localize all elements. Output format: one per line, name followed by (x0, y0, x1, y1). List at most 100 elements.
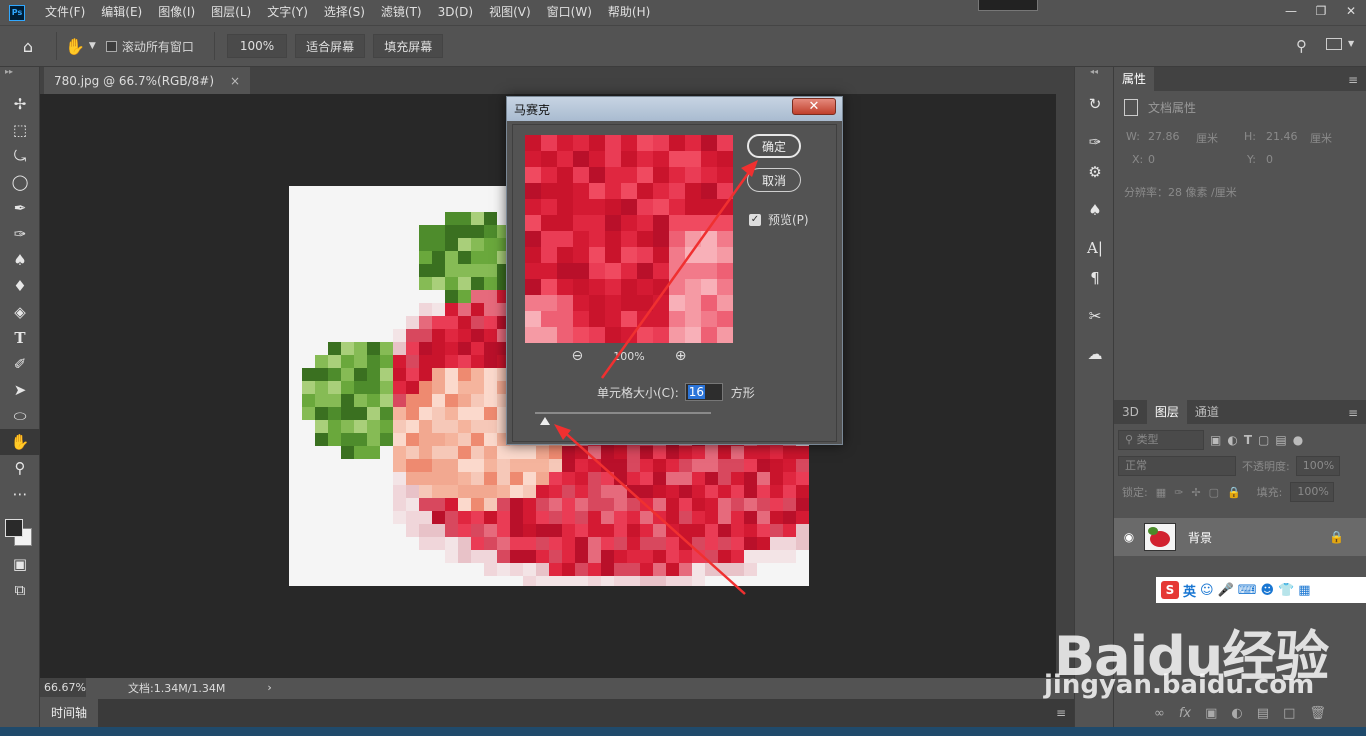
close-tab-icon[interactable]: × (230, 74, 240, 88)
zoom-tool-icon[interactable]: ⚲ (0, 455, 40, 481)
quick-select-tool-icon[interactable]: ◯ (0, 169, 40, 195)
foreground-color-swatch[interactable] (5, 519, 23, 537)
link-layers-icon[interactable]: ∞ (1154, 706, 1165, 721)
adjustments-icon[interactable]: ⚙ (1075, 157, 1115, 187)
ime-language[interactable]: 英 (1183, 581, 1196, 600)
lasso-tool-icon[interactable]: ⤿ (0, 143, 40, 169)
menu-select[interactable]: 选择(S) (316, 0, 373, 25)
fill-tool-icon[interactable]: ◈ (0, 299, 40, 325)
panel-menu-icon[interactable]: ≡ (1056, 706, 1066, 720)
menu-view[interactable]: 视图(V) (481, 0, 539, 25)
tool-presets-icon[interactable]: ✂ (1075, 301, 1115, 331)
pen-tool-icon[interactable]: ✐ (0, 351, 40, 377)
more-tools-icon[interactable]: ⋯ (0, 481, 40, 507)
fit-screen-button[interactable]: 适合屏幕 (295, 34, 366, 58)
layer-row[interactable]: ◉ 背景 🔒 (1114, 518, 1366, 556)
zoom-level-readout[interactable]: 66.67% (40, 678, 86, 697)
lock-paint-icon[interactable]: ✑ (1174, 486, 1183, 499)
new-group-icon[interactable]: ▤ (1257, 706, 1269, 721)
cell-size-input[interactable]: 16 (684, 383, 723, 401)
delete-layer-icon[interactable]: 🗑 (1309, 706, 1326, 721)
panel-menu-icon[interactable]: ≡ (1348, 406, 1358, 420)
character-icon[interactable]: A| (1075, 233, 1115, 263)
filter-toggle-icon[interactable]: ● (1293, 433, 1303, 447)
layer-style-icon[interactable]: fx (1179, 706, 1191, 721)
document-tab[interactable]: 780.jpg @ 66.7%(RGB/8#) × (44, 67, 251, 94)
menu-type[interactable]: 文字(Y) (259, 0, 316, 25)
ellipse-tool-icon[interactable]: ⬭ (0, 403, 40, 429)
type-tool-icon[interactable]: T (0, 325, 40, 351)
tab-channels[interactable]: 通道 (1187, 400, 1227, 424)
lock-all-icon[interactable]: 🔒 (1227, 486, 1241, 499)
restore-button[interactable]: ❐ (1306, 0, 1336, 22)
new-layer-icon[interactable]: □ (1283, 706, 1295, 721)
hand-tool-icon[interactable]: ✋ (0, 429, 40, 455)
tab-3d[interactable]: 3D (1114, 400, 1147, 424)
move-tool-icon[interactable]: ✢ (0, 91, 40, 117)
vertical-scrollbar[interactable] (1056, 94, 1074, 678)
panel-menu-icon[interactable]: ≡ (1348, 73, 1358, 87)
grid-icon[interactable]: ▦ (1298, 583, 1310, 598)
zoom-out-icon[interactable]: ⊖ (572, 348, 584, 364)
microphone-icon[interactable]: 🎤 (1218, 583, 1234, 598)
emoji-icon[interactable]: ☺ (1200, 583, 1214, 598)
menu-file[interactable]: 文件(F) (37, 0, 93, 25)
lock-artboard-icon[interactable]: ▢ (1209, 486, 1219, 499)
history-icon[interactable]: ↻ (1075, 89, 1115, 119)
screen-mode-icon[interactable]: ⧉ (0, 577, 40, 603)
home-icon[interactable]: ⌂ (0, 33, 56, 59)
blend-mode-select[interactable]: 正常 (1118, 456, 1236, 476)
dialog-close-button[interactable]: ✕ (792, 98, 836, 115)
eye-icon[interactable]: ◉ (1114, 530, 1144, 544)
filter-adjustment-icon[interactable]: ◐ (1227, 433, 1237, 447)
close-window-button[interactable]: ✕ (1336, 0, 1366, 22)
menu-layer[interactable]: 图层(L) (203, 0, 259, 25)
cell-size-slider-track[interactable] (535, 412, 711, 414)
fill-field[interactable]: 100% (1290, 482, 1335, 502)
eraser-tool-icon[interactable]: ♦ (0, 273, 40, 299)
chevron-down-icon[interactable]: ▼ (1348, 39, 1354, 48)
keyboard-icon[interactable]: ⌨ (1238, 583, 1257, 598)
cell-size-slider-thumb[interactable] (540, 417, 550, 425)
hand-tool-preset-icon[interactable]: ✋ (65, 37, 85, 56)
menu-window[interactable]: 窗口(W) (539, 0, 600, 25)
menu-image[interactable]: 图像(I) (150, 0, 203, 25)
person-icon[interactable]: ☻ (1261, 583, 1275, 598)
filter-preview[interactable] (525, 135, 733, 343)
lock-pixels-icon[interactable]: ▦ (1156, 486, 1166, 499)
menu-filter[interactable]: 滤镜(T) (373, 0, 430, 25)
dialog-titlebar[interactable]: 马赛克 ✕ (507, 97, 842, 121)
path-select-tool-icon[interactable]: ➤ (0, 377, 40, 403)
workspace-icon[interactable] (1326, 38, 1342, 50)
fill-screen-button[interactable]: 填充屏幕 (373, 34, 444, 58)
menu-3d[interactable]: 3D(D) (430, 0, 481, 25)
minimize-button[interactable]: — (1276, 0, 1306, 22)
status-menu-arrow[interactable]: › (267, 681, 271, 694)
stamp-tool-icon[interactable]: ♠ (0, 247, 40, 273)
chevron-down-icon[interactable]: ▼ (89, 41, 96, 51)
sogou-logo-icon[interactable]: S (1161, 581, 1179, 599)
lock-position-icon[interactable]: ✢ (1191, 486, 1200, 499)
paragraph-icon[interactable]: ¶ (1075, 263, 1115, 293)
photoshop-app-icon[interactable]: Ps (9, 4, 25, 21)
timeline-tab[interactable]: 时间轴 (40, 699, 99, 727)
search-icon[interactable]: ⚲ (1296, 37, 1307, 55)
filter-shape-icon[interactable]: ▢ (1258, 433, 1269, 447)
zoom-in-icon[interactable]: ⊕ (675, 348, 687, 364)
add-mask-icon[interactable]: ▣ (1205, 706, 1217, 721)
menu-help[interactable]: 帮助(H) (600, 0, 658, 25)
cancel-button[interactable]: 取消 (747, 168, 801, 192)
preview-checkbox[interactable]: ✓ 预览(P) (749, 211, 809, 228)
libraries-icon[interactable]: ☁ (1075, 339, 1115, 369)
brush-tool-icon[interactable]: ✑ (0, 221, 40, 247)
clone-source-icon[interactable]: ♠ (1075, 195, 1115, 225)
scroll-all-windows-checkbox[interactable]: 滚动所有窗口 (105, 38, 194, 55)
eyedropper-tool-icon[interactable]: ✒ (0, 195, 40, 221)
opacity-field[interactable]: 100% (1295, 456, 1340, 476)
shirt-icon[interactable]: 👕 (1278, 583, 1294, 598)
tab-properties[interactable]: 属性 (1114, 67, 1155, 91)
menu-edit[interactable]: 编辑(E) (93, 0, 150, 25)
color-swatches[interactable] (0, 507, 39, 551)
checkmark-icon[interactable]: ✓ (749, 213, 761, 226)
adjustment-layer-icon[interactable]: ◐ (1231, 706, 1242, 721)
